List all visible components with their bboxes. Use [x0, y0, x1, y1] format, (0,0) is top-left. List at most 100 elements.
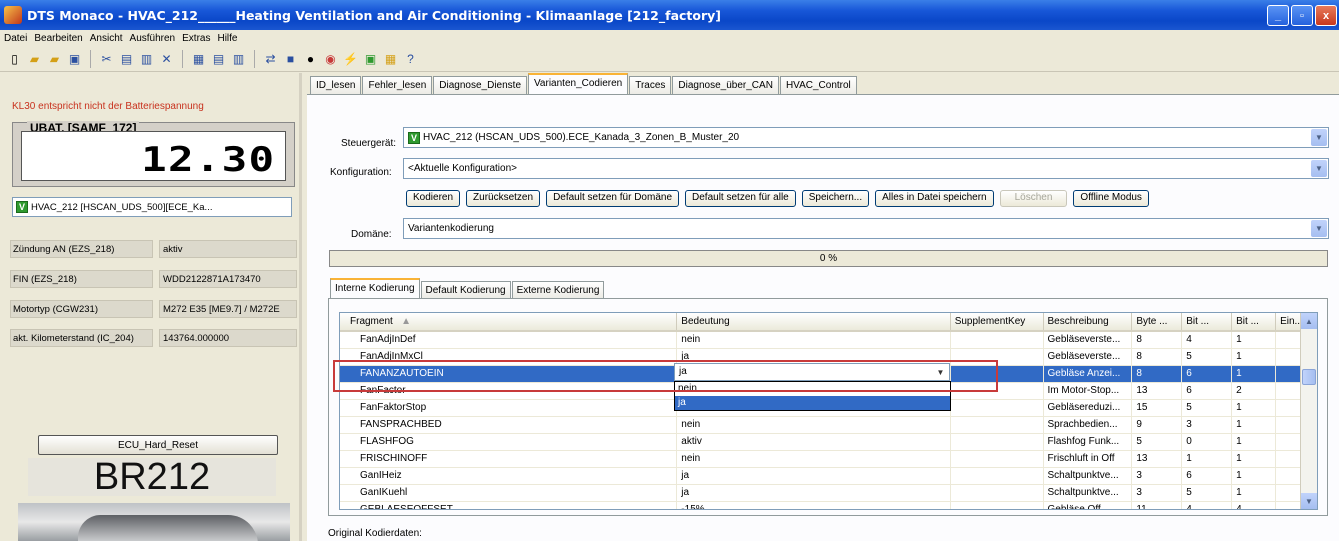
- monitor-icon[interactable]: ▣: [362, 51, 379, 68]
- cell-bit1: 4: [1182, 332, 1233, 349]
- steuergeraet-label: Steuergerät:: [341, 138, 397, 149]
- coding-tabs: Interne Kodierung Default Kodierung Exte…: [330, 278, 605, 299]
- alles-speichern-button[interactable]: Alles in Datei speichern: [875, 190, 994, 207]
- cell-beschreibung: Gebläse Off...: [1044, 502, 1133, 509]
- cell-supplementkey: [950, 485, 1044, 502]
- open-folder-icon[interactable]: ▰: [46, 51, 63, 68]
- tab-hvac-control[interactable]: HVAC_Control: [779, 76, 857, 94]
- cell-fragment: FLASHFOG: [340, 434, 678, 451]
- view2-icon[interactable]: ▤: [210, 51, 227, 68]
- scroll-up-icon[interactable]: ▲: [1301, 313, 1317, 329]
- cell-beschreibung: Flashfog Funk...: [1043, 434, 1133, 451]
- connect-icon[interactable]: ⇄: [262, 51, 279, 68]
- cut-icon[interactable]: ✂: [98, 51, 115, 68]
- chevron-down-icon[interactable]: ▼: [1311, 129, 1327, 146]
- col-bedeutung[interactable]: Bedeutung: [677, 313, 951, 330]
- cell-bit2: 2: [1232, 383, 1277, 400]
- calendar-icon[interactable]: ▦: [382, 51, 399, 68]
- record-icon[interactable]: ■: [282, 51, 299, 68]
- ubat-gauge: UBAT. [SAMF_172] 12.30: [12, 121, 295, 187]
- tab-interne-kodierung[interactable]: Interne Kodierung: [330, 278, 420, 298]
- table-row[interactable]: GanIKuehl ja Schaltpunktve... 3 5 1: [340, 485, 1317, 502]
- menu-ausfuehren[interactable]: Ausführen: [130, 33, 176, 44]
- table-row[interactable]: GEBLAESEOFFSET -15% Gebläse Off... 11 4 4: [340, 502, 1317, 509]
- copy-icon[interactable]: ▤: [118, 51, 135, 68]
- info-label: FIN (EZS_218): [10, 270, 153, 288]
- menu-bearbeiten[interactable]: Bearbeiten: [34, 33, 82, 44]
- tab-default-kodierung[interactable]: Default Kodierung: [420, 281, 511, 298]
- col-beschreibung[interactable]: Beschreibung: [1044, 313, 1133, 330]
- main-tabs: ID_lesen Fehler_lesen Diagnose_Dienste V…: [310, 73, 858, 95]
- table-row[interactable]: FanAdjInDef nein Gebläseverste... 8 4 1: [340, 332, 1317, 349]
- domaene-select[interactable]: Variantenkodierung ▼: [403, 218, 1329, 239]
- dropdown-option-ja[interactable]: ja: [675, 396, 950, 410]
- tab-externe-kodierung[interactable]: Externe Kodierung: [511, 281, 605, 298]
- settings-icon[interactable]: ◉: [322, 51, 339, 68]
- menu-datei[interactable]: Datei: [4, 33, 27, 44]
- view1-icon[interactable]: ▦: [190, 51, 207, 68]
- tab-id-lesen[interactable]: ID_lesen: [310, 76, 362, 94]
- col-fragment[interactable]: Fragment ▲: [340, 313, 678, 330]
- window-title: DTS Monaco - HVAC_212______Heating Venti…: [27, 7, 722, 23]
- plug-icon[interactable]: ⚡: [342, 51, 359, 68]
- tab-traces[interactable]: Traces: [629, 76, 672, 94]
- col-bit1[interactable]: Bit ...: [1182, 313, 1233, 330]
- chevron-down-icon[interactable]: ▼: [1311, 160, 1327, 177]
- cell-beschreibung: Frischluft in Off: [1043, 451, 1133, 468]
- cell-bedeutung: nein: [677, 451, 951, 468]
- scroll-thumb[interactable]: [1302, 369, 1316, 385]
- steuergeraet-select[interactable]: V HVAC_212 (HSCAN_UDS_500).ECE_Kanada_3_…: [403, 127, 1329, 148]
- cell-byte: 9: [1132, 417, 1183, 434]
- cell-bit1: 4: [1182, 502, 1233, 509]
- kodieren-button[interactable]: Kodieren: [406, 190, 461, 207]
- cell-bit2: 1: [1232, 400, 1277, 417]
- cell-supplementkey: [950, 400, 1044, 417]
- close-button[interactable]: x: [1315, 5, 1337, 26]
- tab-diagnose-dienste[interactable]: Diagnose_Dienste: [433, 76, 527, 94]
- help-icon[interactable]: ?: [402, 51, 419, 68]
- col-supplementkey[interactable]: SupplementKey: [951, 313, 1044, 330]
- col-byte[interactable]: Byte ...: [1132, 313, 1183, 330]
- table-row[interactable]: GanIHeiz ja Schaltpunktve... 3 6 1: [340, 468, 1317, 485]
- ecu-field[interactable]: V HVAC_212 [HSCAN_UDS_500][ECE_Ka...: [12, 197, 292, 217]
- offline-modus-button[interactable]: Offline Modus: [1073, 190, 1149, 207]
- view3-icon[interactable]: ▥: [230, 51, 247, 68]
- tab-varianten-codieren[interactable]: Varianten_Codieren: [528, 73, 629, 94]
- tab-fehler-lesen[interactable]: Fehler_lesen: [362, 76, 433, 94]
- variant-badge: V: [16, 201, 28, 213]
- menu-extras[interactable]: Extras: [182, 33, 210, 44]
- konfiguration-select[interactable]: <Aktuelle Konfiguration> ▼: [403, 158, 1329, 179]
- cell-beschreibung: Schaltpunktve...: [1043, 468, 1133, 485]
- cell-bit2: 4: [1232, 502, 1277, 509]
- zuruecksetzen-button[interactable]: Zurücksetzen: [466, 190, 541, 207]
- open-icon[interactable]: ▰: [26, 51, 43, 68]
- cell-byte: 13: [1132, 451, 1183, 468]
- menu-hilfe[interactable]: Hilfe: [217, 33, 237, 44]
- col-bit2[interactable]: Bit ...: [1232, 313, 1277, 330]
- table-row[interactable]: FRISCHINOFF nein Frischluft in Off 13 1 1: [340, 451, 1317, 468]
- default-alle-button[interactable]: Default setzen für alle: [685, 190, 796, 207]
- globe-icon[interactable]: ●: [302, 51, 319, 68]
- scroll-down-icon[interactable]: ▼: [1301, 493, 1317, 509]
- cell-bit1: 1: [1182, 451, 1233, 468]
- loeschen-button[interactable]: Löschen: [999, 190, 1068, 207]
- default-domaene-button[interactable]: Default setzen für Domäne: [546, 190, 680, 207]
- menu-ansicht[interactable]: Ansicht: [90, 33, 123, 44]
- delete-icon[interactable]: ✕: [158, 51, 175, 68]
- new-icon[interactable]: ▯: [6, 51, 23, 68]
- speichern-button[interactable]: Speichern...: [801, 190, 870, 207]
- maximize-button[interactable]: ▫: [1291, 5, 1313, 26]
- save-icon[interactable]: ▣: [66, 51, 83, 68]
- info-value: M272 E35 [ME9.7] / M272E: [159, 300, 297, 318]
- ecu-hard-reset-button[interactable]: ECU_Hard_Reset: [38, 435, 278, 455]
- action-buttons: Kodieren Zurücksetzen Default setzen für…: [406, 190, 1149, 207]
- chevron-down-icon[interactable]: ▼: [1311, 220, 1327, 237]
- cell-byte: 15: [1132, 400, 1183, 417]
- paste-icon[interactable]: ▥: [138, 51, 155, 68]
- tab-diagnose-ueber-can[interactable]: Diagnose_über_CAN: [672, 76, 779, 94]
- table-row[interactable]: FLASHFOG aktiv Flashfog Funk... 5 0 1: [340, 434, 1317, 451]
- minimize-button[interactable]: _: [1267, 5, 1289, 26]
- table-scrollbar[interactable]: ▲ ▼: [1300, 313, 1317, 509]
- table-row[interactable]: FANSPRACHBED nein Sprachbedien... 9 3 1: [340, 417, 1317, 434]
- cell-bedeutung: nein: [677, 332, 951, 349]
